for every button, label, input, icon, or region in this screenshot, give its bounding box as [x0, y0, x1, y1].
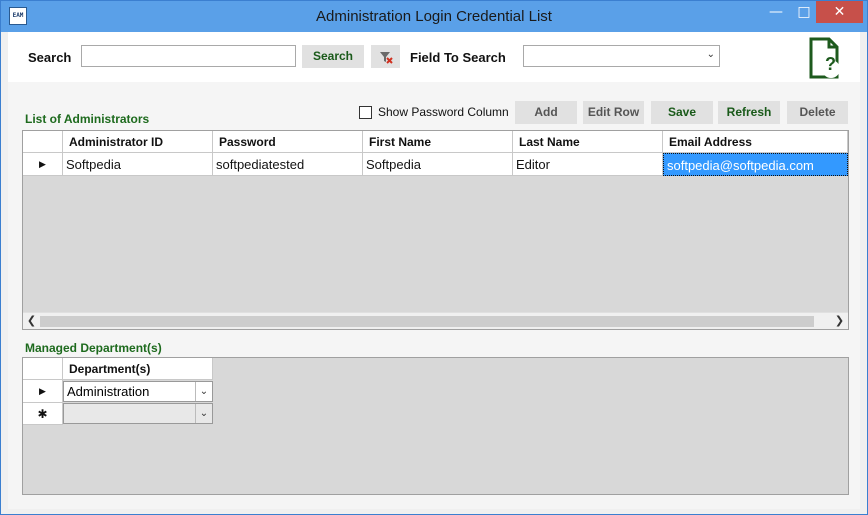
search-label: Search — [28, 50, 72, 65]
column-header-password[interactable]: Password — [213, 131, 363, 153]
column-header-first-name[interactable]: First Name — [363, 131, 513, 153]
column-header-last-name[interactable]: Last Name — [513, 131, 663, 153]
delete-button[interactable]: Delete — [787, 101, 848, 124]
new-row-header[interactable]: ✱ — [23, 403, 63, 425]
search-input[interactable] — [81, 45, 296, 67]
window-title: Administration Login Credential List — [316, 8, 552, 25]
row-header[interactable]: ▶ — [23, 153, 63, 176]
horizontal-scrollbar[interactable]: ❮ ❯ — [23, 312, 848, 329]
cell-admin-id[interactable]: Softpedia — [63, 153, 213, 176]
edit-row-button[interactable]: Edit Row — [583, 101, 644, 124]
department-combo[interactable]: Administration ⌄ — [63, 381, 213, 402]
department-value: Administration — [67, 384, 150, 399]
app-window: EAM Administration Login Credential List… — [0, 0, 868, 515]
field-to-search-label: Field To Search — [410, 50, 506, 65]
grid-corner — [23, 131, 63, 153]
scrollbar-thumb[interactable] — [40, 316, 814, 327]
column-header-admin-id[interactable]: Administrator ID — [63, 131, 213, 153]
maximize-button[interactable]: □ — [791, 1, 817, 23]
help-question-mark: ? — [825, 54, 836, 74]
cell-email[interactable]: softpedia@softpedia.com — [663, 153, 848, 176]
scroll-right-arrow[interactable]: ❯ — [831, 314, 848, 327]
search-button[interactable]: Search — [302, 45, 364, 68]
chevron-down-icon: ⌄ — [706, 49, 715, 60]
funnel-x-icon — [379, 52, 393, 64]
departments-section-label: Managed Department(s) — [25, 341, 162, 355]
show-password-label: Show Password Column — [378, 105, 509, 119]
close-button[interactable]: ✕ — [816, 1, 863, 23]
departments-grid[interactable]: Department(s) ▶ Administration ⌄ ✱ ⌄ — [22, 357, 849, 495]
row-header[interactable]: ▶ — [23, 380, 63, 403]
column-header-department[interactable]: Department(s) — [63, 358, 213, 380]
add-button[interactable]: Add — [515, 101, 577, 124]
main-content: Search Search Field To Search ⌄ ? List o… — [8, 32, 860, 509]
grid-corner — [23, 358, 63, 380]
field-to-search-select[interactable]: ⌄ — [523, 45, 720, 67]
scroll-left-arrow[interactable]: ❮ — [23, 314, 40, 327]
show-password-checkbox[interactable] — [359, 106, 372, 119]
cell-password[interactable]: softpediatested — [213, 153, 363, 176]
chevron-down-icon[interactable]: ⌄ — [195, 404, 212, 423]
search-toolbar: Search Search Field To Search ⌄ ? — [8, 32, 860, 82]
save-button[interactable]: Save — [651, 101, 713, 124]
chevron-down-icon[interactable]: ⌄ — [195, 382, 212, 401]
column-header-email[interactable]: Email Address — [663, 131, 848, 153]
minimize-button[interactable]: — — [763, 1, 789, 23]
clear-filter-button[interactable] — [371, 45, 400, 68]
help-button[interactable]: ? — [805, 36, 845, 80]
admins-section-label: List of Administrators — [25, 112, 150, 126]
department-combo-new[interactable]: ⌄ — [63, 403, 213, 424]
title-bar[interactable]: EAM Administration Login Credential List… — [1, 1, 867, 32]
cell-first-name[interactable]: Softpedia — [363, 153, 513, 176]
refresh-button[interactable]: Refresh — [718, 101, 780, 124]
admins-grid[interactable]: Administrator ID Password First Name Las… — [22, 130, 849, 330]
cell-last-name[interactable]: Editor — [513, 153, 663, 176]
